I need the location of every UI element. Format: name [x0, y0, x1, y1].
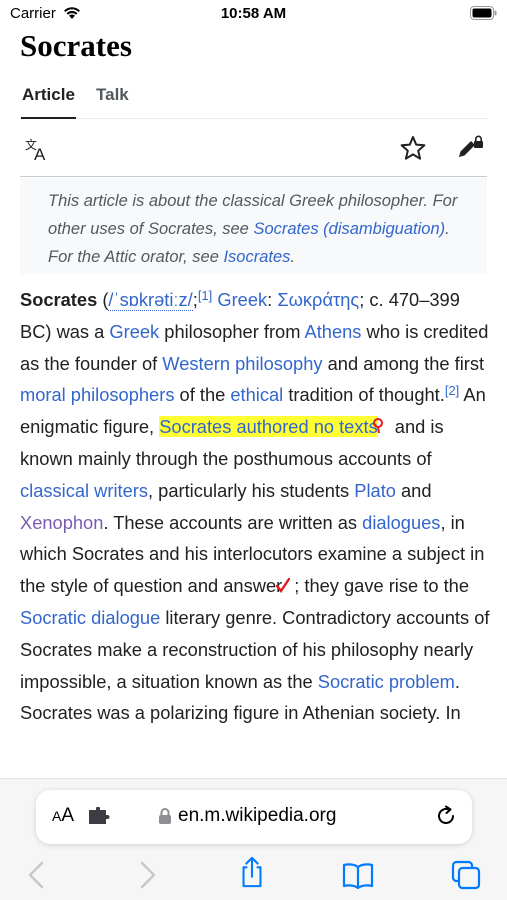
share-icon[interactable] [236, 856, 268, 888]
isocrates-link[interactable]: Isocrates [223, 248, 290, 266]
body-text: tradition of thought. [283, 384, 445, 406]
plato-link[interactable]: Plato [354, 480, 396, 501]
page-actions-toolbar: 文 A [20, 124, 487, 177]
body-text: ; they gave rise to the [294, 575, 469, 597]
translate-icon[interactable]: 文 A [25, 137, 53, 161]
reference-2-link[interactable]: [2] [445, 383, 459, 398]
body-text: . These accounts are written as [103, 511, 363, 533]
dialogues-link[interactable]: dialogues [362, 512, 440, 533]
ipa-pronunciation-link[interactable]: /ˈsɒkrətiːz/ [108, 289, 193, 311]
body-text: : [267, 289, 278, 310]
xenophon-link[interactable]: Xenophon [20, 512, 103, 533]
url-text[interactable]: en.m.wikipedia.org [178, 805, 336, 827]
body-text: , particularly his students [148, 479, 355, 501]
western-philosophy-link[interactable]: Western philosophy [162, 353, 322, 374]
battery-icon [470, 6, 497, 20]
disambiguation-link[interactable]: Socrates (disambiguation) [253, 220, 445, 238]
status-time: 10:58 AM [220, 5, 287, 22]
body-text: ( [97, 289, 109, 310]
highlighted-text[interactable]: Socrates authored no texts [159, 416, 378, 438]
annotation-mark-icon [372, 412, 390, 434]
tab-article[interactable]: Article [21, 85, 76, 119]
edit-lock-icon[interactable] [456, 134, 484, 160]
athens-link[interactable]: Athens [305, 321, 362, 342]
ethical-link[interactable]: ethical [230, 384, 283, 405]
hatnote: This article is about the classical Gree… [20, 178, 487, 274]
moral-philosophers-link[interactable]: moral philosophers [20, 384, 174, 405]
socratic-dialogue-link[interactable]: Socratic dialogue [20, 607, 160, 628]
greek-language-link[interactable]: Greek [217, 289, 267, 310]
article-subject: Socrates [20, 289, 98, 310]
reader-options-button[interactable]: AA [52, 805, 74, 827]
socratic-problem-link[interactable]: Socratic problem [318, 671, 455, 692]
back-icon[interactable] [22, 859, 54, 891]
extension-icon[interactable] [88, 807, 110, 825]
lock-icon [159, 808, 171, 824]
body-text: and [395, 479, 432, 501]
body-text: of the [174, 384, 231, 406]
hatnote-text: . [290, 248, 296, 266]
body-text: philosopher from [159, 320, 305, 342]
forward-icon[interactable] [130, 859, 162, 891]
svg-text:A: A [34, 145, 46, 161]
article-body: Socrates (/ˈsɒkrətiːz/;[1] Greek: Σωκράτ… [20, 284, 490, 729]
greek-name-link[interactable]: Σωκράτης [277, 289, 359, 310]
address-bar[interactable]: AA en.m.wikipedia.org [36, 790, 472, 844]
bookmarks-icon[interactable] [342, 859, 374, 891]
body-text: and among the first [322, 352, 485, 374]
web-page: Socrates Article Talk 文 A This article i… [0, 28, 507, 778]
status-bar: Carrier 10:58 AM [0, 0, 507, 28]
browser-bottom-bar: AA en.m.wikipedia.org [0, 778, 507, 900]
reload-icon[interactable] [434, 804, 458, 828]
checkmark-annotation-icon [276, 571, 294, 594]
reference-1-link[interactable]: [1] [198, 288, 212, 303]
tabs-icon[interactable] [450, 859, 482, 891]
star-icon[interactable] [400, 135, 426, 161]
page-title: Socrates [20, 28, 132, 63]
classical-writers-link[interactable]: classical writers [20, 480, 148, 501]
greek-link[interactable]: Greek [109, 321, 159, 342]
tab-talk[interactable]: Talk [96, 85, 129, 119]
article-tabs: Article Talk [20, 83, 487, 119]
